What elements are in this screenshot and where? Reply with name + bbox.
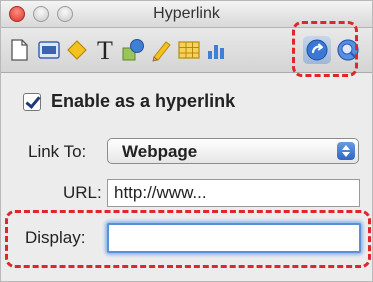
fill-icon xyxy=(67,40,87,60)
link-to-value: Webpage xyxy=(122,142,198,161)
layout-inspector-button[interactable] xyxy=(35,36,63,64)
hyperlink-button-callout xyxy=(292,21,358,77)
chart-inspector-button[interactable] xyxy=(203,36,231,64)
metrics-inspector-button[interactable] xyxy=(119,36,147,64)
graphic-inspector-button[interactable] xyxy=(63,36,91,64)
url-label: URL: xyxy=(63,183,102,202)
select-arrows-icon xyxy=(337,142,355,160)
enable-hyperlink-row[interactable]: Enable as a hyperlink xyxy=(23,91,235,112)
text-inspector-button[interactable]: T xyxy=(91,36,119,64)
text-icon: T xyxy=(97,37,113,63)
enable-hyperlink-label: Enable as a hyperlink xyxy=(51,91,236,111)
display-field-callout xyxy=(5,210,371,268)
wrap-inspector-button[interactable] xyxy=(147,36,175,64)
table-inspector-button[interactable] xyxy=(175,36,203,64)
svg-text:T: T xyxy=(97,37,113,63)
link-to-label: Link To: xyxy=(28,142,87,161)
url-input[interactable] xyxy=(107,179,360,207)
pencil-icon xyxy=(152,41,171,62)
shape-icon xyxy=(122,39,144,61)
hyperlink-inspector-window: Hyperlink T Enable as a hyperlink Link T… xyxy=(0,0,373,282)
document-icon xyxy=(11,39,28,61)
document-inspector-button[interactable] xyxy=(5,36,33,64)
chart-icon xyxy=(208,45,224,59)
layout-icon xyxy=(38,41,60,59)
link-to-select[interactable]: Webpage xyxy=(107,138,359,164)
enable-hyperlink-checkbox[interactable] xyxy=(23,92,41,111)
table-icon xyxy=(178,41,200,59)
